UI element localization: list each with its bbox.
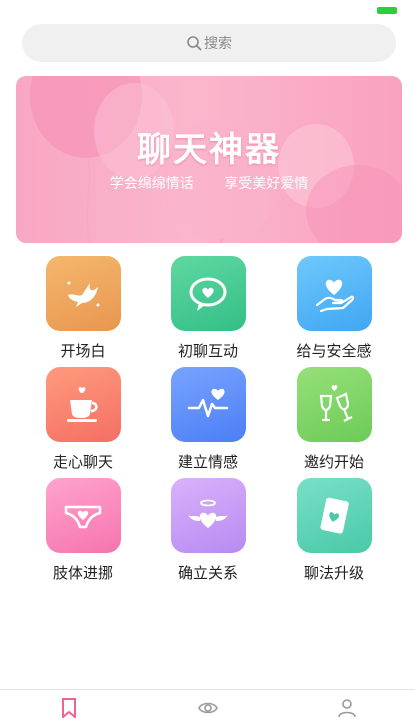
feature-tile[interactable] [45,367,121,442]
feature-body-contact[interactable]: 肢体进挪 [28,478,138,588]
battery-indicator [377,7,397,14]
feature-security[interactable]: 给与安全感 [279,256,389,366]
feature-label: 初聊互动 [177,342,238,360]
feature-opening-line[interactable]: 开场白 [28,256,138,366]
tab-home[interactable] [59,698,81,720]
winged-heart-icon [188,499,228,528]
feature-label: 走心聊天 [52,453,113,471]
user-icon [338,699,356,718]
chat-heart-icon [189,277,227,311]
bottom-tab-bar [0,689,415,720]
bookmark-icon [62,698,76,720]
feature-upgrade[interactable]: 聊法升级 [279,478,389,588]
feature-tile[interactable] [170,478,246,553]
feature-tile[interactable] [296,256,372,331]
heart-card-icon [320,497,349,534]
feature-tile[interactable] [45,256,121,331]
banner-subtitle: 学会绵绵情话 享受美好爱情 [16,173,402,193]
eye-icon [198,702,218,714]
feature-relationship[interactable]: 确立关系 [153,478,263,588]
feature-tile[interactable] [296,367,372,442]
feature-label: 建立情感 [177,453,238,471]
banner-subtitle-left: 学会绵绵情话 [109,176,194,192]
tab-discover[interactable] [198,698,220,720]
search-bar[interactable]: 搜索 [22,24,396,62]
feature-tile[interactable] [45,478,121,553]
feature-label: 邀约开始 [303,453,364,471]
hand-heart-icon [315,279,355,312]
tab-profile[interactable] [337,698,359,720]
feature-first-chat[interactable]: 初聊互动 [153,256,263,366]
search-placeholder: 搜索 [204,36,232,52]
heartbeat-icon [187,388,229,417]
feature-label: 确立关系 [177,564,238,582]
coffee-cup-icon [67,386,98,422]
banner-subtitle-right: 享受美好爱情 [224,176,309,192]
underwear-icon [64,505,102,528]
feature-tile[interactable] [296,478,372,553]
feature-tile[interactable] [170,256,246,331]
banner-title: 聊天神器 [137,130,281,170]
feature-heartfelt-chat[interactable]: 走心聊天 [28,367,138,477]
feature-label: 肢体进挪 [52,564,113,582]
feature-label: 聊法升级 [303,564,364,582]
feature-build-emotion[interactable]: 建立情感 [153,367,263,477]
feature-tile[interactable] [170,367,246,442]
champagne-icon [319,384,353,422]
feature-label: 开场白 [60,342,106,360]
feature-label: 给与安全感 [296,342,372,360]
dove-icon [67,281,100,307]
search-icon [187,36,202,51]
feature-invite[interactable]: 邀约开始 [279,367,389,477]
promo-banner[interactable]: 聊天神器 学会绵绵情话 享受美好爱情 [16,76,402,243]
